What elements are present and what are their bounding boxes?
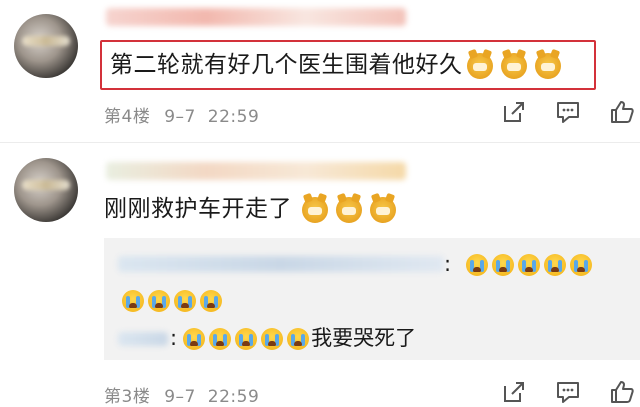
time-label: 22:59 <box>207 387 260 407</box>
crying-emoji <box>174 290 196 312</box>
reply-line: : <box>444 250 594 278</box>
dog-emoji <box>534 52 561 79</box>
reply-text: 我要哭死了 <box>311 326 417 350</box>
comment-text: 第二轮就有好几个医生围着他好久 <box>110 50 565 80</box>
crying-emoji <box>569 254 592 276</box>
crying-emoji <box>287 328 310 350</box>
thumbs-up-icon[interactable] <box>608 98 636 126</box>
username-blurred[interactable] <box>106 162 406 180</box>
dog-emoji <box>466 52 493 79</box>
comment-meta: 第4楼 9–7 22:59 <box>104 102 259 127</box>
share-icon[interactable] <box>500 378 528 406</box>
crying-emoji <box>543 254 566 276</box>
comment-icon[interactable] <box>554 98 582 126</box>
time-label: 22:59 <box>207 107 260 127</box>
floor-label: 第4楼 <box>104 107 151 127</box>
comment-text: 刚刚救护车开走了 <box>104 194 400 224</box>
reply-prefix: : <box>444 252 452 276</box>
comment-text-content: 第二轮就有好几个医生围着他好久 <box>110 52 463 78</box>
crying-emoji <box>209 328 232 350</box>
dog-emoji <box>336 196 362 223</box>
thumbs-up-icon[interactable] <box>608 378 636 406</box>
comment-meta: 第3楼 9–7 22:59 <box>104 382 259 407</box>
crying-emoji <box>517 254 540 276</box>
reply-prefix: : <box>170 326 178 350</box>
dog-emoji <box>500 52 527 79</box>
dog-emoji <box>302 196 328 223</box>
reply-line-continued <box>120 286 224 314</box>
crying-emoji <box>148 290 170 312</box>
dog-emoji <box>370 196 396 223</box>
comment-icon[interactable] <box>554 378 582 406</box>
reply-username-blurred[interactable] <box>118 332 168 346</box>
date-label: 9–7 <box>164 107 196 127</box>
divider <box>0 142 640 143</box>
crying-emoji <box>183 328 206 350</box>
crying-emoji <box>261 328 284 350</box>
crying-emoji <box>465 254 488 276</box>
crying-emoji <box>200 290 222 312</box>
crying-emoji <box>122 290 144 312</box>
avatar[interactable] <box>14 158 78 222</box>
date-label: 9–7 <box>164 387 196 407</box>
comment-text-content: 刚刚救护车开走了 <box>104 196 292 222</box>
reply-line: : 我要哭死了 <box>170 324 416 352</box>
username-blurred[interactable] <box>106 8 406 26</box>
crying-emoji <box>235 328 258 350</box>
avatar[interactable] <box>14 14 78 78</box>
share-icon[interactable] <box>500 98 528 126</box>
floor-label: 第3楼 <box>104 387 151 407</box>
reply-username-blurred[interactable] <box>118 256 444 272</box>
crying-emoji <box>491 254 514 276</box>
